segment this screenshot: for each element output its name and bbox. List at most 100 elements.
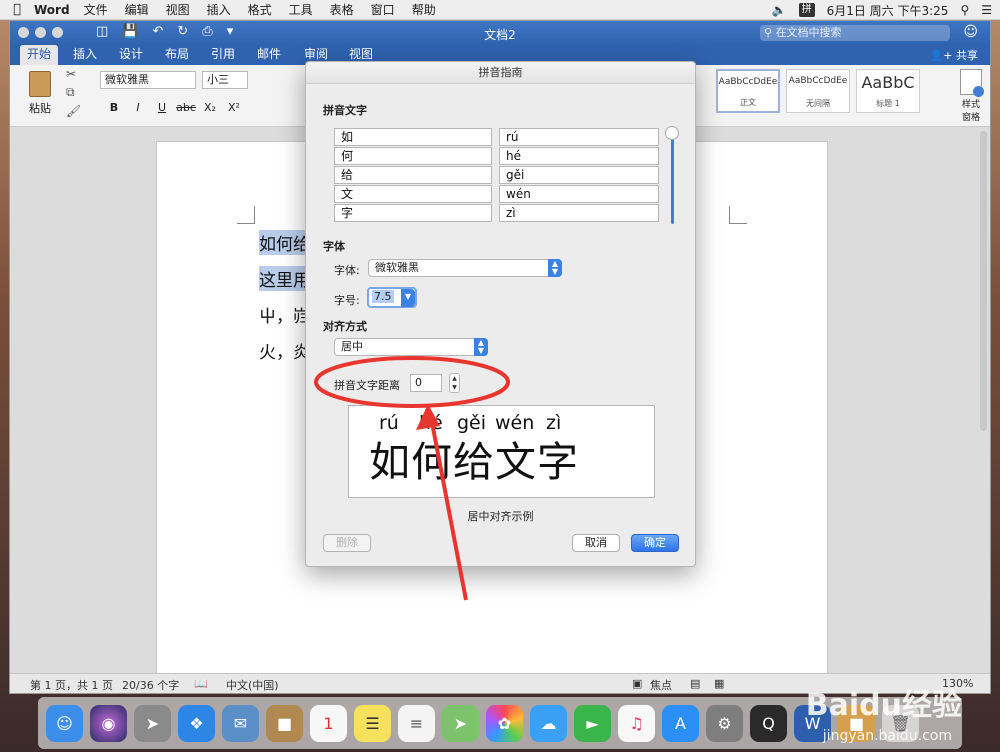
font-name-value: 微软雅黑 — [105, 73, 149, 86]
strikethrough-button[interactable]: abc — [176, 99, 196, 117]
tab-references[interactable]: 引用 — [204, 45, 242, 65]
photos-icon[interactable]: ✿ — [486, 704, 523, 742]
focus-mode-label[interactable]: 焦点 — [650, 677, 672, 693]
notes-icon[interactable]: ☰ — [354, 704, 391, 742]
document-search-input[interactable]: ⚲ 在文档中搜索 — [760, 25, 950, 41]
size-label: 字号: — [334, 294, 360, 307]
ruby-font-value: 微软雅黑 — [375, 261, 419, 274]
phonetic-guide-dialog: 拼音指南 拼音文字 如 何 给 文 字 rú hé gěi wén zì 字体 … — [305, 61, 696, 567]
document-scrollbar[interactable] — [980, 131, 987, 431]
style-normal[interactable]: AaBbCcDdEe 正文 — [716, 69, 780, 113]
offset-input[interactable]: 0 — [410, 374, 442, 392]
cancel-button[interactable]: 取消 — [572, 534, 620, 552]
ruby-text-field[interactable]: hé — [499, 147, 659, 165]
menu-window[interactable]: 窗口 — [371, 1, 395, 18]
subscript-button[interactable]: X₂ — [200, 99, 220, 117]
style-heading-1-sample: AaBbC — [861, 73, 915, 92]
ruby-font-select[interactable]: 微软雅黑 ▲ ▼ — [368, 259, 562, 277]
style-no-spacing[interactable]: AaBbCcDdEe 无间隔 — [786, 69, 850, 113]
paste-button[interactable]: 粘贴 — [20, 71, 60, 116]
tab-insert[interactable]: 插入 — [66, 45, 104, 65]
underline-button[interactable]: U — [152, 99, 172, 117]
document-line[interactable]: 这里用 — [259, 266, 310, 291]
base-text-field[interactable]: 字 — [334, 204, 492, 222]
menu-format[interactable]: 格式 — [248, 1, 272, 18]
document-line[interactable]: 屮，岿 — [259, 302, 310, 327]
page-count[interactable]: 第 1 页，共 1 页 — [30, 677, 113, 693]
menu-app-name[interactable]: Word — [34, 3, 70, 17]
bold-button[interactable]: B — [104, 99, 124, 117]
style-heading-1[interactable]: AaBbC 标题 1 — [856, 69, 920, 113]
menu-view[interactable]: 视图 — [166, 1, 190, 18]
messages-icon[interactable]: ☁ — [530, 704, 567, 742]
document-line[interactable]: 如何给 — [259, 230, 310, 255]
format-painter-icon[interactable]: 🖌 — [66, 104, 81, 118]
menu-file[interactable]: 文件 — [84, 1, 108, 18]
copy-icon[interactable]: ⧉ — [66, 85, 81, 100]
calendar-icon[interactable]: 1 — [310, 704, 347, 742]
italic-button[interactable]: I — [128, 99, 148, 117]
proofing-icon[interactable]: 📖 — [194, 677, 208, 690]
menu-table[interactable]: 表格 — [330, 1, 354, 18]
apple-icon[interactable]:  — [0, 2, 34, 17]
word-count[interactable]: 20/36 个字 — [122, 677, 179, 693]
tab-home[interactable]: 开始 — [20, 45, 59, 65]
tab-design[interactable]: 设计 — [112, 45, 150, 65]
launchpad-icon[interactable]: ➤ — [134, 704, 171, 742]
ok-button[interactable]: 确定 — [631, 534, 679, 552]
ruby-text-field[interactable]: zì — [499, 204, 659, 222]
app-store-icon[interactable]: A — [662, 704, 699, 742]
base-text-field[interactable]: 给 — [334, 166, 492, 184]
reminders-icon[interactable]: ≡ — [398, 704, 435, 742]
base-text-field[interactable]: 何 — [334, 147, 492, 165]
delete-button[interactable]: 删除 — [323, 534, 371, 552]
tab-mailings[interactable]: 邮件 — [250, 45, 288, 65]
music-icon[interactable]: ♫ — [618, 704, 655, 742]
facetime-icon[interactable]: ► — [574, 704, 611, 742]
base-text-field[interactable]: 如 — [334, 128, 492, 146]
alignment-select[interactable]: 居中 ▲ ▼ — [334, 338, 488, 356]
web-layout-icon[interactable]: ▦ — [714, 677, 724, 690]
focus-mode-icon[interactable]: ▣ — [632, 677, 642, 690]
spotlight-search-icon[interactable]: ⚲ — [960, 3, 969, 17]
ruby-size-select[interactable]: 7.5 ▼ — [367, 287, 417, 308]
clipboard-icon — [29, 71, 51, 97]
system-preferences-icon[interactable]: ⚙ — [706, 704, 743, 742]
ruby-size-value: 7.5 — [372, 290, 394, 303]
text-list-scroll-knob[interactable] — [665, 126, 679, 140]
tab-layout[interactable]: 布局 — [158, 45, 196, 65]
cut-icon[interactable]: ✂ — [66, 67, 81, 81]
share-button[interactable]: 👤+ 共享 — [930, 47, 978, 63]
maps-icon[interactable]: ➤ — [442, 704, 479, 742]
document-line[interactable]: 火，炎 — [259, 338, 310, 363]
language-indicator[interactable]: 中文(中国) — [226, 677, 279, 693]
ruby-text-field[interactable]: gěi — [499, 166, 659, 184]
preview-base-text: 如何给文字 — [369, 438, 579, 486]
input-method-badge[interactable]: 拼 — [798, 3, 815, 17]
superscript-button[interactable]: X² — [224, 99, 244, 117]
ruby-text-field[interactable]: wén — [499, 185, 659, 203]
siri-icon[interactable]: ◉ — [90, 704, 127, 742]
base-text-field[interactable]: 文 — [334, 185, 492, 203]
font-size-select[interactable]: 小三 — [202, 71, 248, 89]
menubar-clock[interactable]: 6月1日 周六 下午3:25 — [827, 2, 949, 19]
menu-insert[interactable]: 插入 — [207, 1, 231, 18]
finder-icon[interactable]: ☺ — [46, 704, 83, 742]
ruby-text-field[interactable]: rú — [499, 128, 659, 146]
menu-help[interactable]: 帮助 — [412, 1, 436, 18]
menu-edit[interactable]: 编辑 — [125, 1, 149, 18]
contacts-icon[interactable]: ■ — [266, 704, 303, 742]
volume-icon[interactable]: 🔈 — [772, 3, 787, 17]
print-layout-icon[interactable]: ▤ — [690, 677, 700, 690]
styles-pane-button[interactable]: 样式 窗格 — [956, 69, 986, 123]
quicktime-icon[interactable]: Q — [750, 704, 787, 742]
offset-stepper[interactable]: ▲ ▼ — [449, 373, 460, 393]
mail-icon[interactable]: ✉ — [222, 704, 259, 742]
font-name-select[interactable]: 微软雅黑 — [100, 71, 196, 89]
notification-center-icon[interactable]: ☰ — [981, 3, 992, 17]
feedback-smiley-icon[interactable]: ☺ — [963, 24, 978, 40]
menu-tools[interactable]: 工具 — [289, 1, 313, 18]
safari-icon[interactable]: ❖ — [178, 704, 215, 742]
text-list-scrollbar[interactable] — [671, 132, 674, 224]
font-section-label: 字体 — [323, 240, 345, 253]
